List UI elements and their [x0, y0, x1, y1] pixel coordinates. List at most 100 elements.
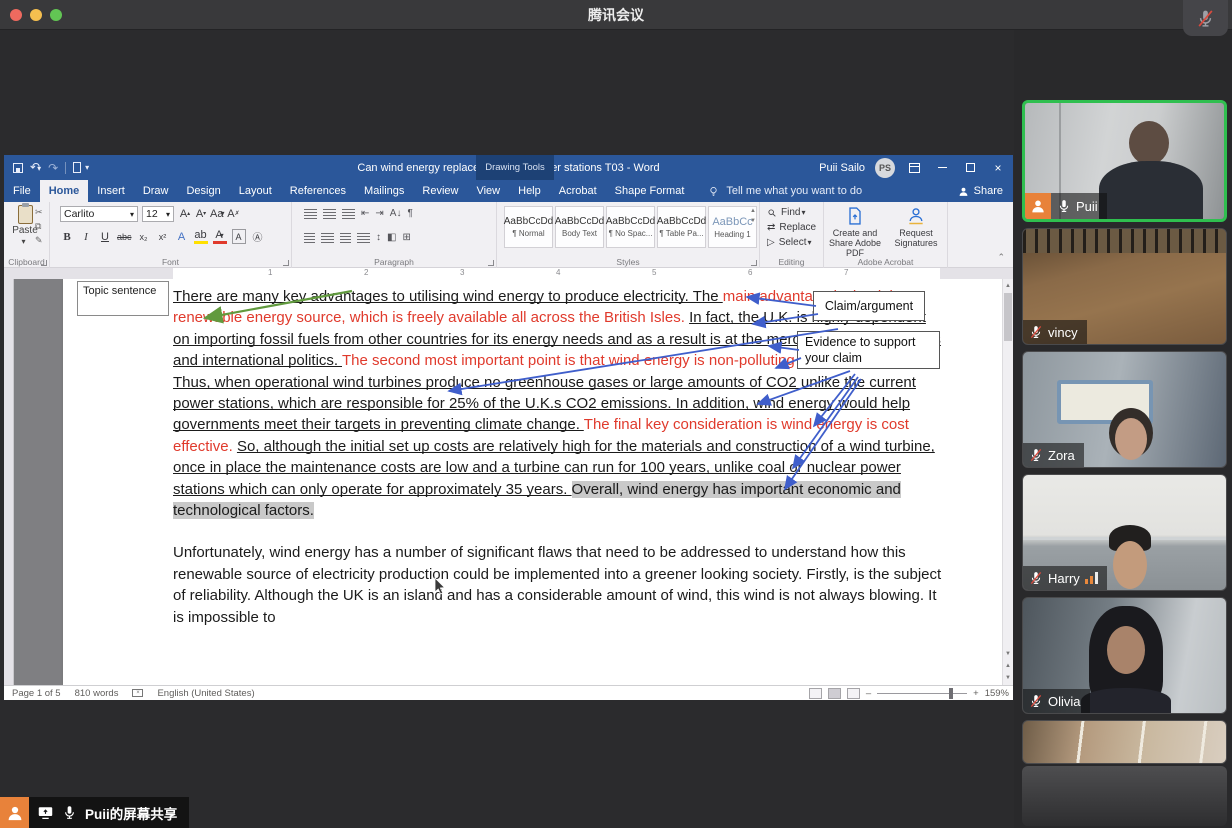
- vertical-scrollbar[interactable]: ▲ ▼ ▲ ▼: [1002, 279, 1013, 685]
- tab-home[interactable]: Home: [40, 180, 89, 202]
- document-page[interactable]: Topic sentence There are many key advant…: [63, 279, 1002, 685]
- zoom-slider-thumb[interactable]: [949, 688, 953, 699]
- close-button[interactable]: ×: [989, 159, 1007, 177]
- tab-layout[interactable]: Layout: [230, 180, 281, 202]
- style-normal[interactable]: AaBbCcDd ¶ Normal: [504, 206, 553, 248]
- increase-indent-icon[interactable]: ⇥: [375, 208, 383, 219]
- undo-icon[interactable]: ↶▾: [30, 162, 41, 174]
- participant-tile-zora[interactable]: Zora: [1022, 351, 1227, 468]
- format-painter-icon[interactable]: ✎: [35, 235, 43, 246]
- numbering-icon[interactable]: [323, 209, 336, 219]
- cut-icon[interactable]: ✂: [35, 207, 43, 218]
- participant-tile-olivia[interactable]: Olivia: [1022, 597, 1227, 714]
- copy-icon[interactable]: ⧉: [35, 221, 43, 232]
- ribbon-display-options-button[interactable]: [905, 159, 923, 177]
- vertical-ruler[interactable]: [4, 279, 14, 685]
- claim-argument-textbox[interactable]: Claim/argument: [813, 291, 925, 321]
- highlight-color-button[interactable]: ab: [194, 229, 208, 244]
- zoom-in-icon[interactable]: +: [973, 688, 979, 699]
- participant-tile-harry[interactable]: Harry: [1022, 474, 1227, 591]
- find-button[interactable]: Find▾: [767, 207, 816, 218]
- bold-button[interactable]: B: [60, 229, 74, 244]
- user-avatar[interactable]: PS: [875, 158, 895, 178]
- previous-page-icon[interactable]: ▲: [1003, 660, 1013, 672]
- replace-button[interactable]: ⇄ Replace: [767, 222, 816, 233]
- tab-acrobat[interactable]: Acrobat: [550, 180, 606, 202]
- tab-help[interactable]: Help: [509, 180, 550, 202]
- tab-shape-format[interactable]: Shape Format: [606, 180, 694, 202]
- align-right-icon[interactable]: [340, 233, 351, 243]
- font-size-combo[interactable]: 12▾: [142, 206, 174, 222]
- decrease-indent-icon[interactable]: ⇤: [361, 208, 369, 219]
- zoom-slider[interactable]: [877, 693, 967, 694]
- enclose-characters-button[interactable]: Ⓐ: [251, 229, 265, 244]
- justify-icon[interactable]: [357, 233, 370, 243]
- italic-button[interactable]: I: [79, 229, 93, 244]
- web-layout-icon[interactable]: [847, 688, 860, 699]
- request-signatures-button[interactable]: Request Signatures: [886, 206, 946, 248]
- restore-button[interactable]: [961, 159, 979, 177]
- participant-tile-partial[interactable]: [1022, 720, 1227, 764]
- next-page-icon[interactable]: ▼: [1003, 672, 1013, 684]
- underline-button[interactable]: U: [98, 229, 112, 244]
- signed-in-user[interactable]: Puii Sailo: [819, 162, 865, 174]
- page-indicator[interactable]: Page 1 of 5: [12, 688, 61, 699]
- superscript-button[interactable]: x²: [156, 229, 170, 244]
- text-effects-button[interactable]: A: [175, 229, 189, 244]
- print-layout-icon[interactable]: [828, 688, 841, 699]
- styles-scroll-up-icon[interactable]: ▲: [750, 208, 756, 214]
- style-body-text[interactable]: AaBbCcDd Body Text: [555, 206, 604, 248]
- word-count[interactable]: 810 words: [75, 688, 119, 699]
- bullets-icon[interactable]: [304, 209, 317, 219]
- topic-sentence-textbox[interactable]: Topic sentence: [77, 281, 169, 316]
- participant-tile-puii[interactable]: Puii: [1022, 100, 1227, 222]
- share-button[interactable]: Share: [958, 180, 1003, 202]
- sort-icon[interactable]: A↓: [390, 208, 402, 219]
- change-case-button[interactable]: Aa▾: [210, 206, 224, 221]
- scrollbar-thumb[interactable]: [1004, 293, 1012, 341]
- tab-insert[interactable]: Insert: [88, 180, 134, 202]
- read-mode-icon[interactable]: [809, 688, 822, 699]
- style-no-spacing[interactable]: AaBbCcDd ¶ No Spac...: [606, 206, 655, 248]
- zoom-out-icon[interactable]: –: [866, 688, 871, 699]
- strikethrough-button[interactable]: abc: [117, 229, 132, 244]
- scroll-up-icon[interactable]: ▲: [1003, 280, 1013, 292]
- select-button[interactable]: ▷ Select▾: [767, 237, 816, 248]
- multilevel-list-icon[interactable]: [342, 209, 355, 219]
- language-indicator[interactable]: English (United States): [157, 688, 254, 699]
- tab-view[interactable]: View: [467, 180, 509, 202]
- participant-tile-vincy[interactable]: vincy: [1022, 228, 1227, 345]
- shading-icon[interactable]: ◧: [387, 232, 396, 243]
- tab-mailings[interactable]: Mailings: [355, 180, 413, 202]
- proofing-icon[interactable]: ×: [132, 689, 143, 697]
- paragraph-dialog-launcher[interactable]: [488, 260, 494, 266]
- minimize-button[interactable]: [933, 159, 951, 177]
- style-table-paragraph[interactable]: AaBbCcDd ¶ Table Pa...: [657, 206, 706, 248]
- borders-icon[interactable]: ⊞: [402, 232, 410, 243]
- tab-design[interactable]: Design: [177, 180, 229, 202]
- qat-customize-icon[interactable]: ▾: [85, 163, 89, 172]
- self-mute-button[interactable]: [1183, 0, 1228, 36]
- font-name-combo[interactable]: Carlito▾: [60, 206, 138, 222]
- subscript-button[interactable]: x₂: [137, 229, 151, 244]
- tab-draw[interactable]: Draw: [134, 180, 178, 202]
- styles-scroll-down-icon[interactable]: ▼: [750, 218, 756, 224]
- font-dialog-launcher[interactable]: [283, 260, 289, 266]
- align-center-icon[interactable]: [321, 233, 334, 243]
- clipboard-dialog-launcher[interactable]: [41, 260, 47, 266]
- tab-review[interactable]: Review: [413, 180, 467, 202]
- font-color-button[interactable]: A▾: [213, 229, 227, 244]
- show-paragraph-marks-icon[interactable]: ¶: [407, 208, 412, 219]
- grow-font-button[interactable]: A▴: [178, 206, 192, 221]
- line-spacing-icon[interactable]: ↕: [376, 232, 381, 243]
- tab-references[interactable]: References: [281, 180, 355, 202]
- horizontal-ruler[interactable]: 1 2 3 4 5 6 7: [4, 268, 1013, 279]
- character-border-button[interactable]: A: [232, 229, 246, 244]
- scroll-down-icon[interactable]: ▼: [1003, 648, 1013, 660]
- new-document-icon[interactable]: [73, 162, 81, 173]
- create-share-pdf-button[interactable]: Create and Share Adobe PDF: [825, 206, 885, 258]
- redo-icon[interactable]: ↷: [48, 163, 58, 173]
- tell-me-box[interactable]: Tell me what you want to do: [707, 180, 862, 202]
- align-left-icon[interactable]: [304, 233, 315, 243]
- collapse-ribbon-icon[interactable]: ⌃: [997, 252, 1005, 263]
